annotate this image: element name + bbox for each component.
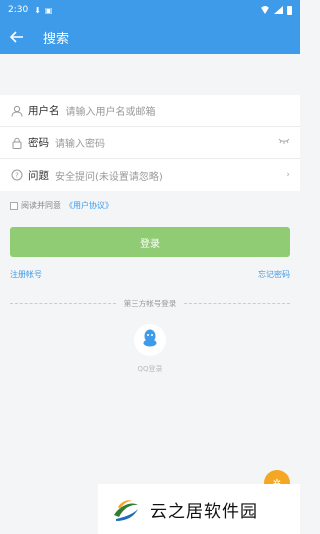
password-input[interactable]: 请输入密码 (55, 135, 278, 150)
username-input[interactable]: 请输入用户名或邮箱 (66, 103, 291, 118)
agree-text: 阅读并同意 (21, 201, 61, 210)
watermark-logo (110, 493, 142, 525)
agree-checkbox[interactable] (10, 201, 18, 210)
question-select[interactable]: 安全提问(未设置请忽略) (55, 168, 286, 183)
wifi-icon (260, 6, 270, 14)
agreement: 阅读并同意 《用户协议》 (10, 200, 113, 211)
register-link[interactable]: 注册帐号 (10, 269, 42, 280)
divider-line (184, 303, 290, 304)
divider-line (10, 303, 116, 304)
notification-icon: ▣ (44, 5, 53, 15)
svg-text:?: ? (15, 172, 19, 180)
download-icon: ⬇ (34, 5, 41, 15)
back-arrow-icon[interactable] (0, 20, 34, 54)
signal-icon (274, 6, 283, 14)
user-agreement-link[interactable]: 《用户协议》 (65, 200, 113, 211)
qq-icon (141, 328, 159, 352)
chevron-right-icon: › (286, 170, 290, 180)
page-title: 搜索 (43, 31, 70, 47)
qq-login-button[interactable] (134, 324, 166, 356)
question-label: 问题 (28, 169, 49, 182)
qq-login-label: QQ登录 (137, 365, 163, 373)
username-field[interactable]: 用户名 请输入用户名或邮箱 (0, 95, 300, 127)
password-field[interactable]: 密码 请输入密码 (0, 127, 300, 159)
battery-icon (287, 5, 292, 15)
third-party-title: 第三方帐号登录 (123, 299, 177, 308)
lock-icon (10, 136, 24, 150)
login-form: 用户名 请输入用户名或邮箱 密码 请输入密码 ? 问题 安全提问(未设置请忽略)… (0, 95, 300, 191)
question-field[interactable]: ? 问题 安全提问(未设置请忽略) › (0, 159, 300, 191)
login-button[interactable]: 登录 (10, 227, 290, 257)
eye-closed-icon[interactable] (278, 137, 290, 148)
forgot-password-link[interactable]: 忘记密码 (258, 269, 290, 280)
third-party-divider: 第三方帐号登录 (10, 298, 290, 309)
username-label: 用户名 (28, 105, 60, 117)
watermark-text: 云之居软件园 (150, 501, 258, 522)
status-time: 2:30 (8, 5, 29, 15)
status-bar: 2:30 ⬇ ▣ (0, 0, 300, 20)
title-bar: 搜索 (0, 20, 300, 54)
password-label: 密码 (28, 137, 49, 149)
watermark: 云之居软件园 (98, 484, 300, 534)
question-icon: ? (10, 168, 24, 182)
user-icon (10, 104, 24, 118)
